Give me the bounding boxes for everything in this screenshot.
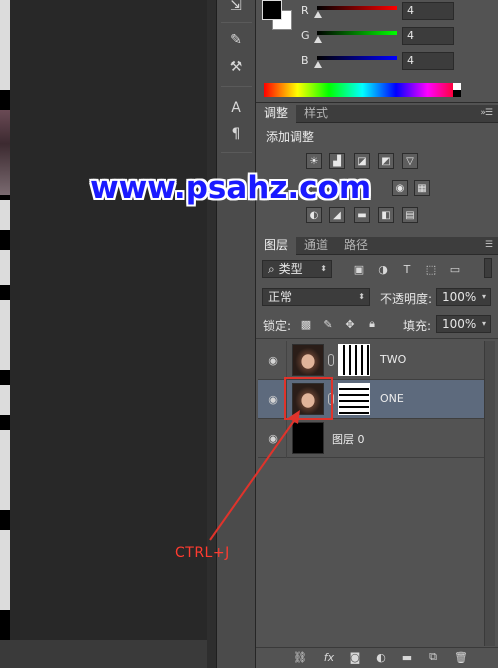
annotation-label: CTRL+J <box>175 545 230 561</box>
annotation-arrow <box>209 410 300 541</box>
